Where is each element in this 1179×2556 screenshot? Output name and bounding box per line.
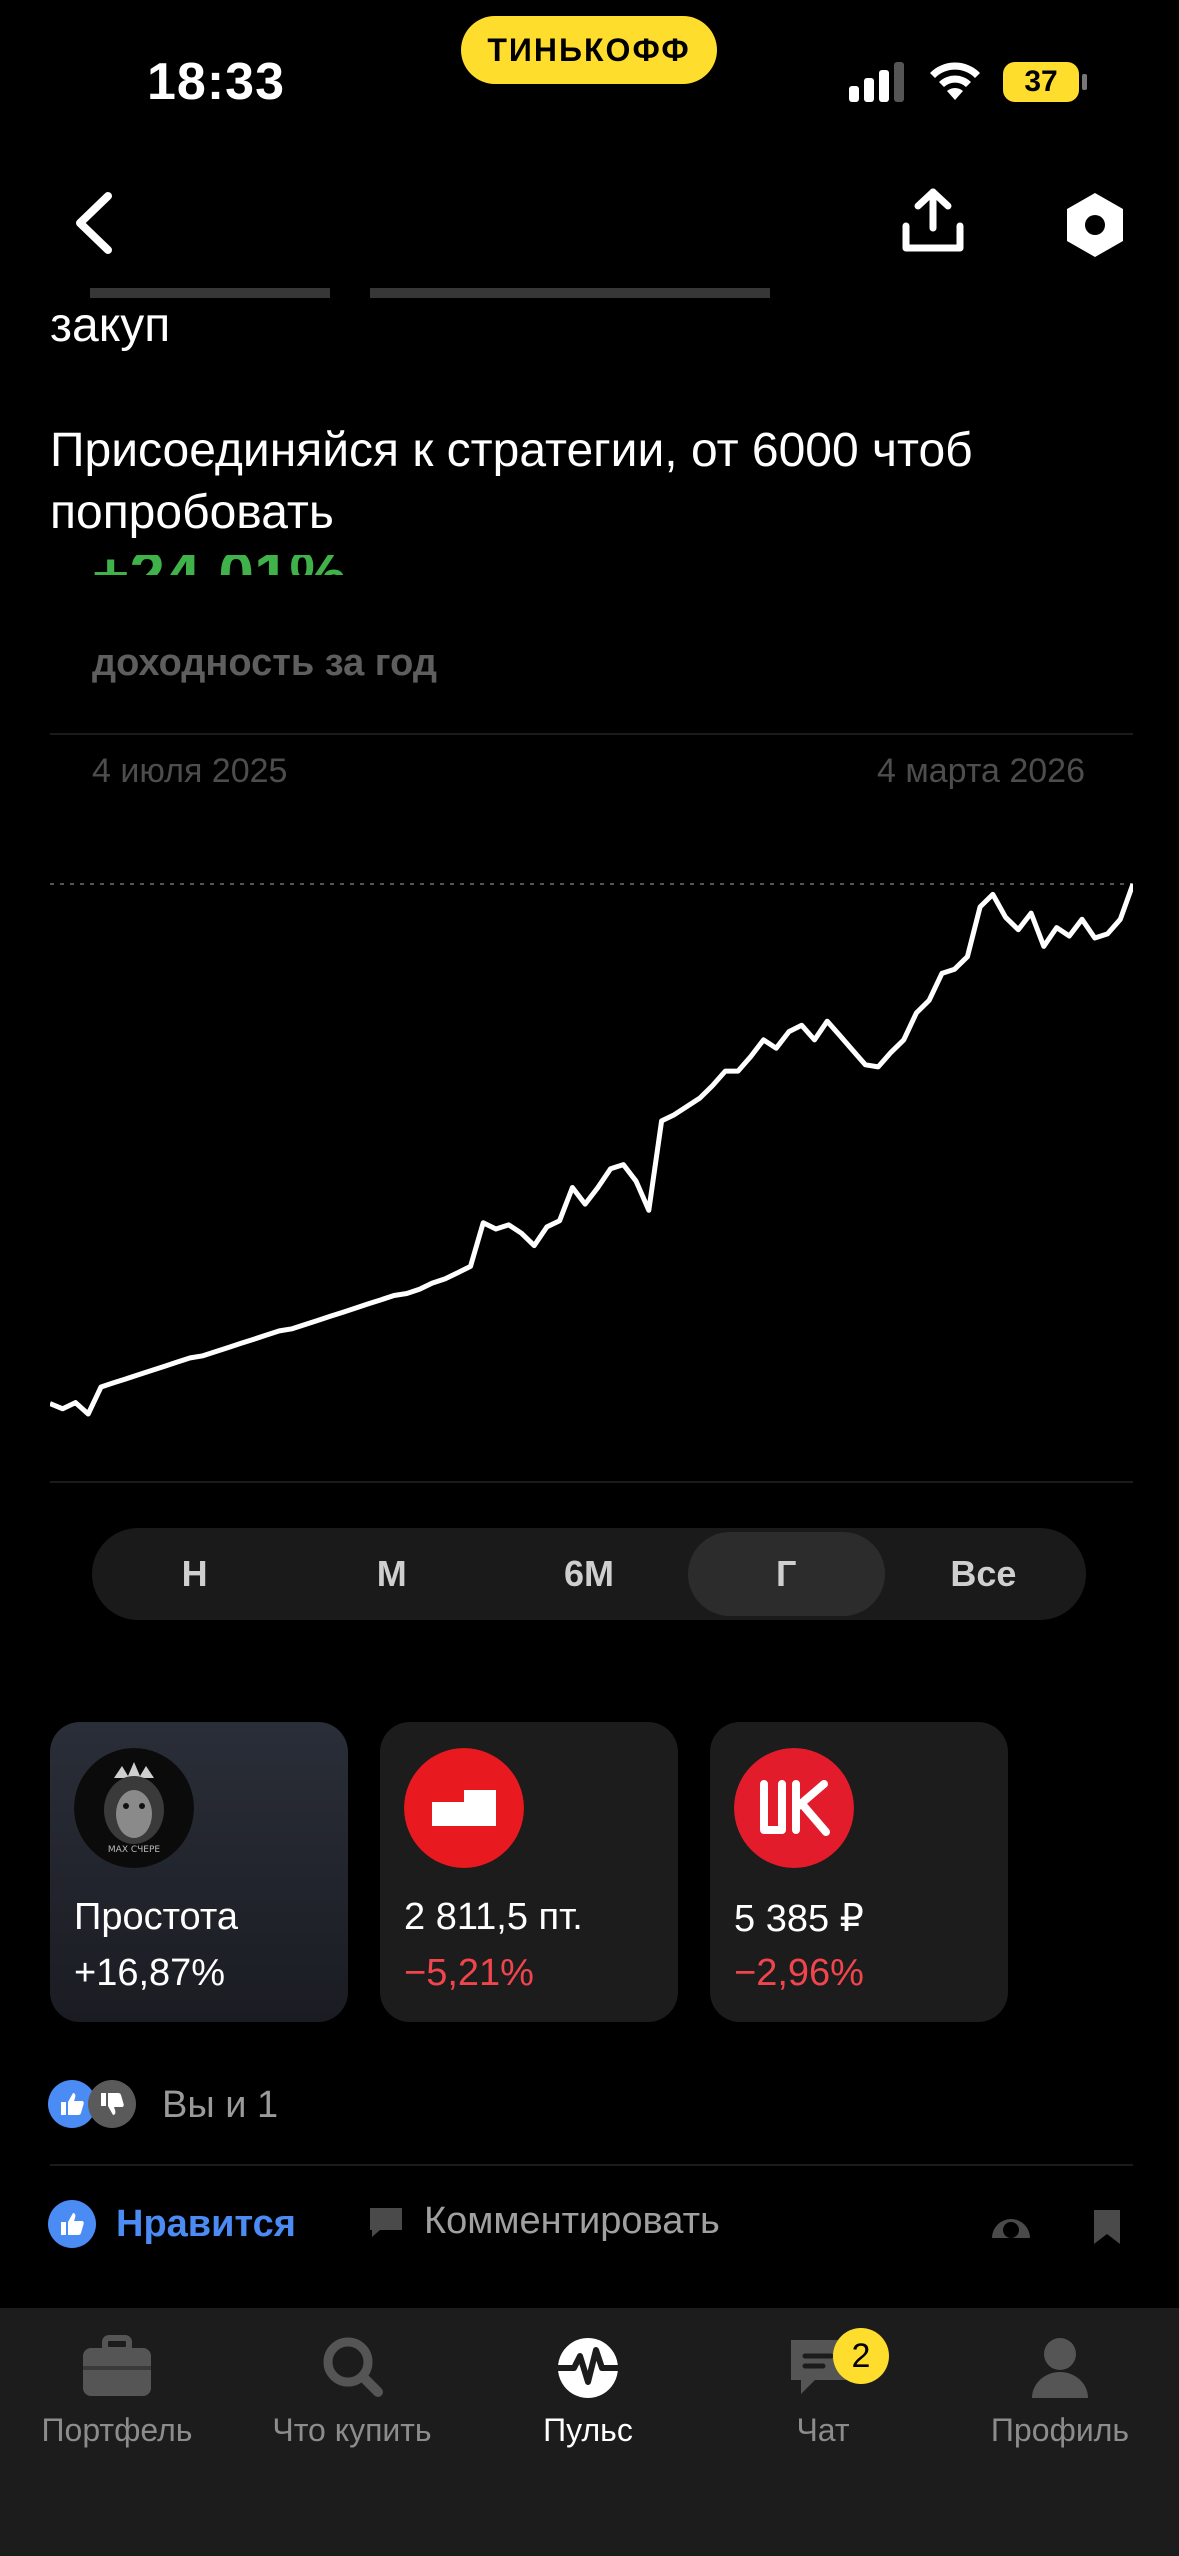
tab-label: Профиль — [990, 2412, 1130, 2448]
card-title: 2 811,5 пт. — [404, 1896, 583, 1938]
tab-label: Портфель — [41, 2412, 193, 2448]
post-text-line: закуп — [50, 299, 171, 352]
comment-button[interactable]: Комментировать — [366, 2200, 720, 2243]
tab-label: Что купить — [272, 2412, 432, 2448]
search-icon — [323, 2337, 383, 2397]
tab-profile[interactable]: Профиль — [950, 2334, 1170, 2449]
chat-badge: 2 — [833, 2328, 889, 2384]
moex-index-icon — [404, 1748, 524, 1868]
profile-icon — [1032, 2338, 1088, 2398]
card-change: +16,87% — [74, 1952, 226, 1994]
post-paragraph: Присоединяйся к стратегии, от 6000 чтоб … — [50, 424, 973, 539]
moex-index-card[interactable]: 2 811,5 пт. −5,21% — [380, 1722, 678, 2022]
comment-label: Комментировать — [424, 2200, 720, 2242]
battery-indicator: 37 — [1003, 62, 1087, 102]
share-icon[interactable] — [898, 186, 968, 256]
chart-series-line — [50, 883, 1133, 1417]
like-label: Нравится — [116, 2202, 296, 2245]
cellular-signal-icon — [849, 62, 904, 102]
card-title: 5 385 ₽ — [734, 1898, 864, 1940]
tab-label: Пульс — [543, 2412, 633, 2448]
avatar-text: MAX СЧЕРЕ — [108, 1845, 161, 1855]
status-icons: 37 — [849, 62, 1087, 102]
thumbs-up-icon — [48, 2200, 96, 2248]
clipped-text-line — [50, 288, 1130, 298]
chart-start-date: 4 июля 2025 — [92, 752, 288, 790]
lukoil-icon — [734, 1748, 854, 1868]
strategy-card[interactable]: MAX СЧЕРЕ Простота +16,87% — [50, 1722, 348, 2022]
reactions-summary[interactable] — [48, 2080, 136, 2128]
pulse-icon — [557, 2338, 618, 2398]
period-button[interactable]: М — [293, 1532, 490, 1616]
tab-bar: Портфель Что купить Пульс 2 Чат Профиль — [0, 2308, 1179, 2556]
reactions-text: Вы и 1 — [162, 2084, 279, 2126]
lukoil-card[interactable]: 5 385 ₽ −2,96% — [710, 1722, 1008, 2022]
tab-portfolio[interactable]: Портфель — [7, 2334, 227, 2449]
bookmark-icon[interactable] — [1092, 2208, 1122, 2246]
card-title: Простота — [74, 1896, 238, 1938]
wifi-icon — [930, 62, 980, 100]
like-button[interactable]: Нравится — [48, 2200, 296, 2248]
repost-icon[interactable] — [988, 2208, 1034, 2244]
yield-label: доходность за год — [92, 642, 437, 684]
card-change: −2,96% — [734, 1952, 864, 1994]
lion-avatar-icon: MAX СЧЕРЕ — [74, 1748, 194, 1868]
thumbs-down-icon — [88, 2080, 136, 2128]
period-button[interactable]: Н — [96, 1532, 293, 1616]
period-button[interactable]: Г — [687, 1532, 885, 1616]
period-button[interactable]: Все — [885, 1532, 1082, 1616]
brand-pill: ТИНЬКОФФ — [461, 16, 717, 84]
period-selector: Н М 6М Г Все — [92, 1528, 1086, 1620]
comment-icon — [370, 2207, 402, 2237]
battery-level: 37 — [1024, 65, 1058, 98]
divider — [50, 1481, 1133, 1483]
period-button[interactable]: 6М — [490, 1532, 687, 1616]
divider — [50, 2164, 1133, 2166]
tab-label: Чат — [796, 2412, 850, 2448]
tab-what-to-buy[interactable]: Что купить — [242, 2334, 462, 2449]
briefcase-icon — [83, 2335, 151, 2396]
back-chevron-icon[interactable] — [62, 188, 132, 258]
divider — [50, 733, 1133, 735]
tab-chat[interactable]: 2 Чат — [713, 2328, 933, 2449]
status-time: 18:33 — [147, 53, 285, 111]
card-change: −5,21% — [404, 1952, 534, 1994]
settings-hexagon-icon[interactable] — [1060, 190, 1130, 260]
chart-end-date: 4 марта 2026 — [877, 752, 1085, 790]
tab-pulse[interactable]: Пульс — [478, 2334, 698, 2449]
performance-chart[interactable] — [50, 870, 1133, 1450]
